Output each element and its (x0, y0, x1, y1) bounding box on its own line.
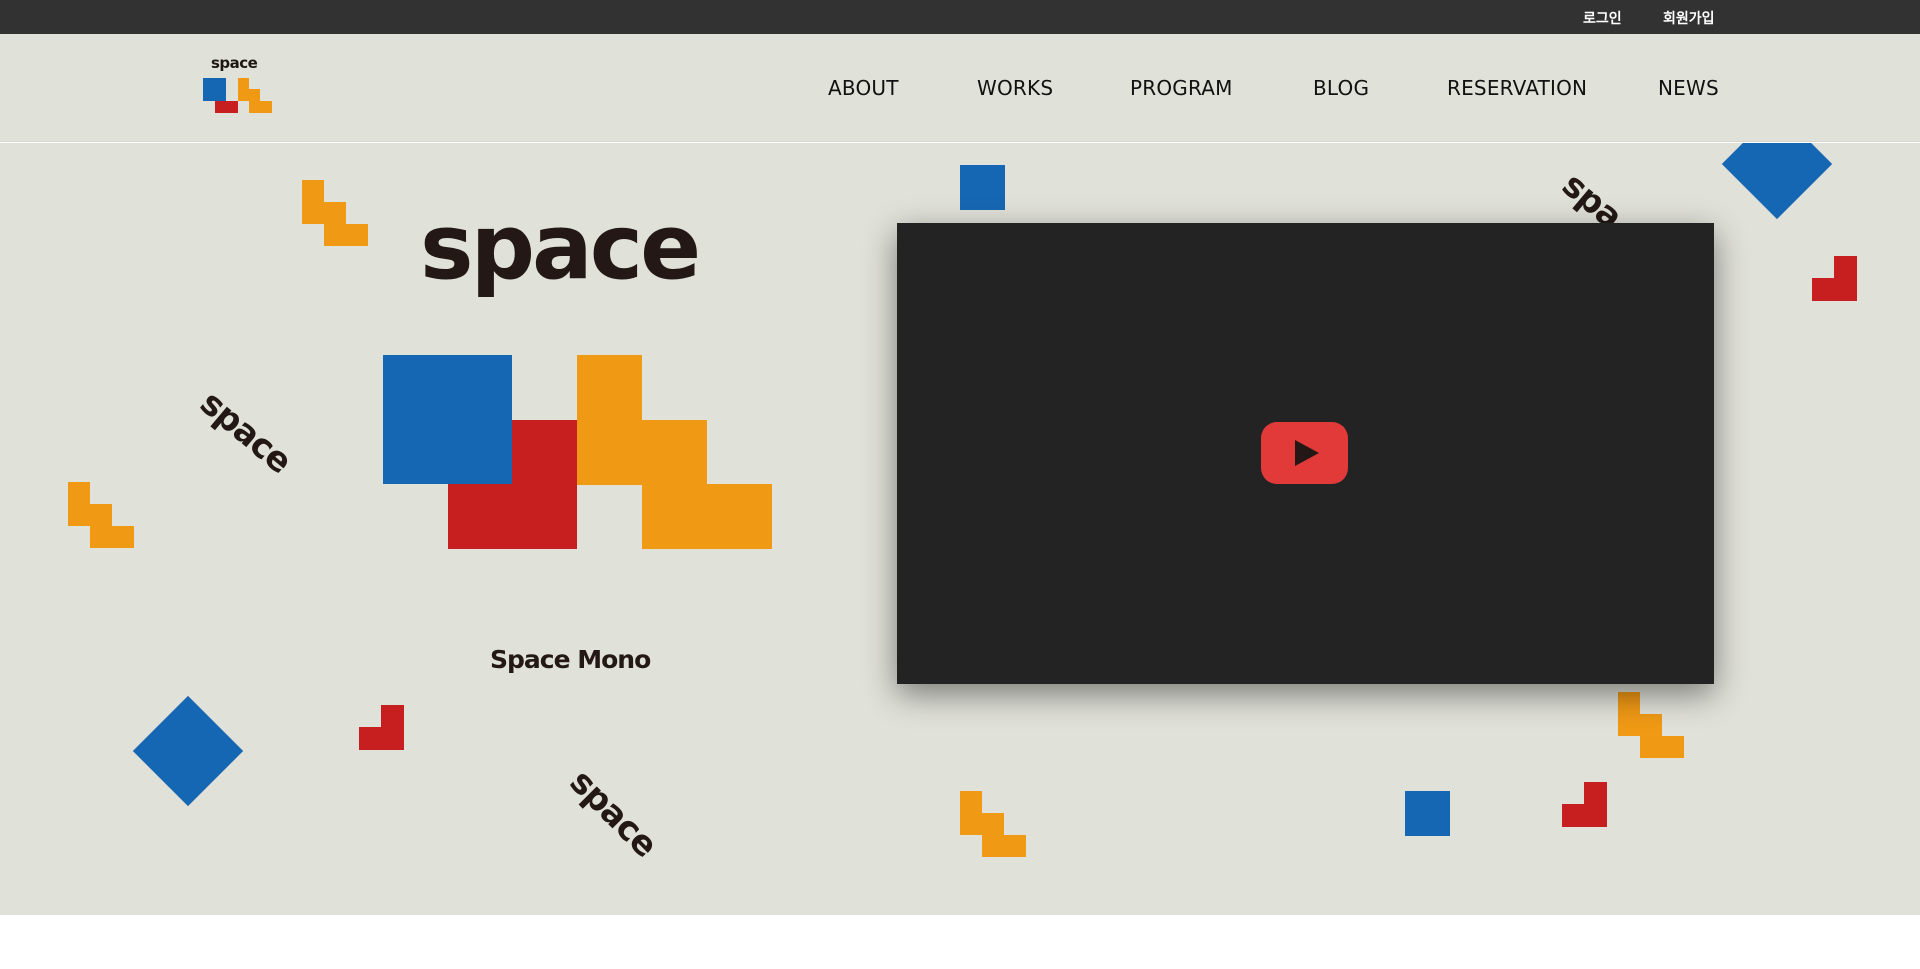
deco-blue-square-b (1405, 791, 1450, 836)
hero-subtitle: Space Mono (490, 645, 651, 674)
hero-orange-step1 (577, 355, 642, 420)
page-footer-space (0, 915, 1920, 969)
youtube-play-icon[interactable] (1261, 422, 1348, 484)
nav-blog[interactable]: BLOG (1313, 76, 1369, 100)
hero-title: space (420, 195, 701, 300)
site-header: space ABOUT WORKS PROGRAM BLOG RESERVATI… (0, 34, 1920, 142)
rotated-word-1: space (192, 383, 299, 482)
site-logo[interactable]: space (203, 54, 275, 120)
deco-blue-diamond-a (132, 695, 244, 807)
logo-orange-step2 (238, 89, 260, 101)
nav-about[interactable]: ABOUT (828, 76, 899, 100)
logo-red-block (215, 101, 238, 113)
hero-blue-square (383, 355, 512, 484)
login-link[interactable]: 로그인 (1583, 8, 1622, 28)
nav-news[interactable]: NEWS (1658, 76, 1719, 100)
logo-orange-step1 (238, 78, 249, 89)
logo-wordmark: space (211, 54, 258, 72)
hero-orange-step2 (577, 420, 707, 485)
top-utility-bar: 로그인 회원가입 (0, 0, 1920, 34)
logo-blue-square (203, 78, 226, 101)
deco-blue-square-a (960, 165, 1005, 210)
hero-orange-step3 (642, 484, 772, 549)
nav-program[interactable]: PROGRAM (1130, 76, 1233, 100)
hero-section: space Space Mono space space spa (0, 143, 1920, 915)
signup-link[interactable]: 회원가입 (1663, 8, 1715, 28)
deco-blue-diamond-b (1721, 143, 1833, 220)
video-player[interactable] (897, 223, 1714, 684)
logo-orange-step3 (249, 101, 272, 113)
nav-works[interactable]: WORKS (977, 76, 1053, 100)
rotated-word-2: space (561, 762, 665, 866)
nav-reservation[interactable]: RESERVATION (1447, 76, 1587, 100)
